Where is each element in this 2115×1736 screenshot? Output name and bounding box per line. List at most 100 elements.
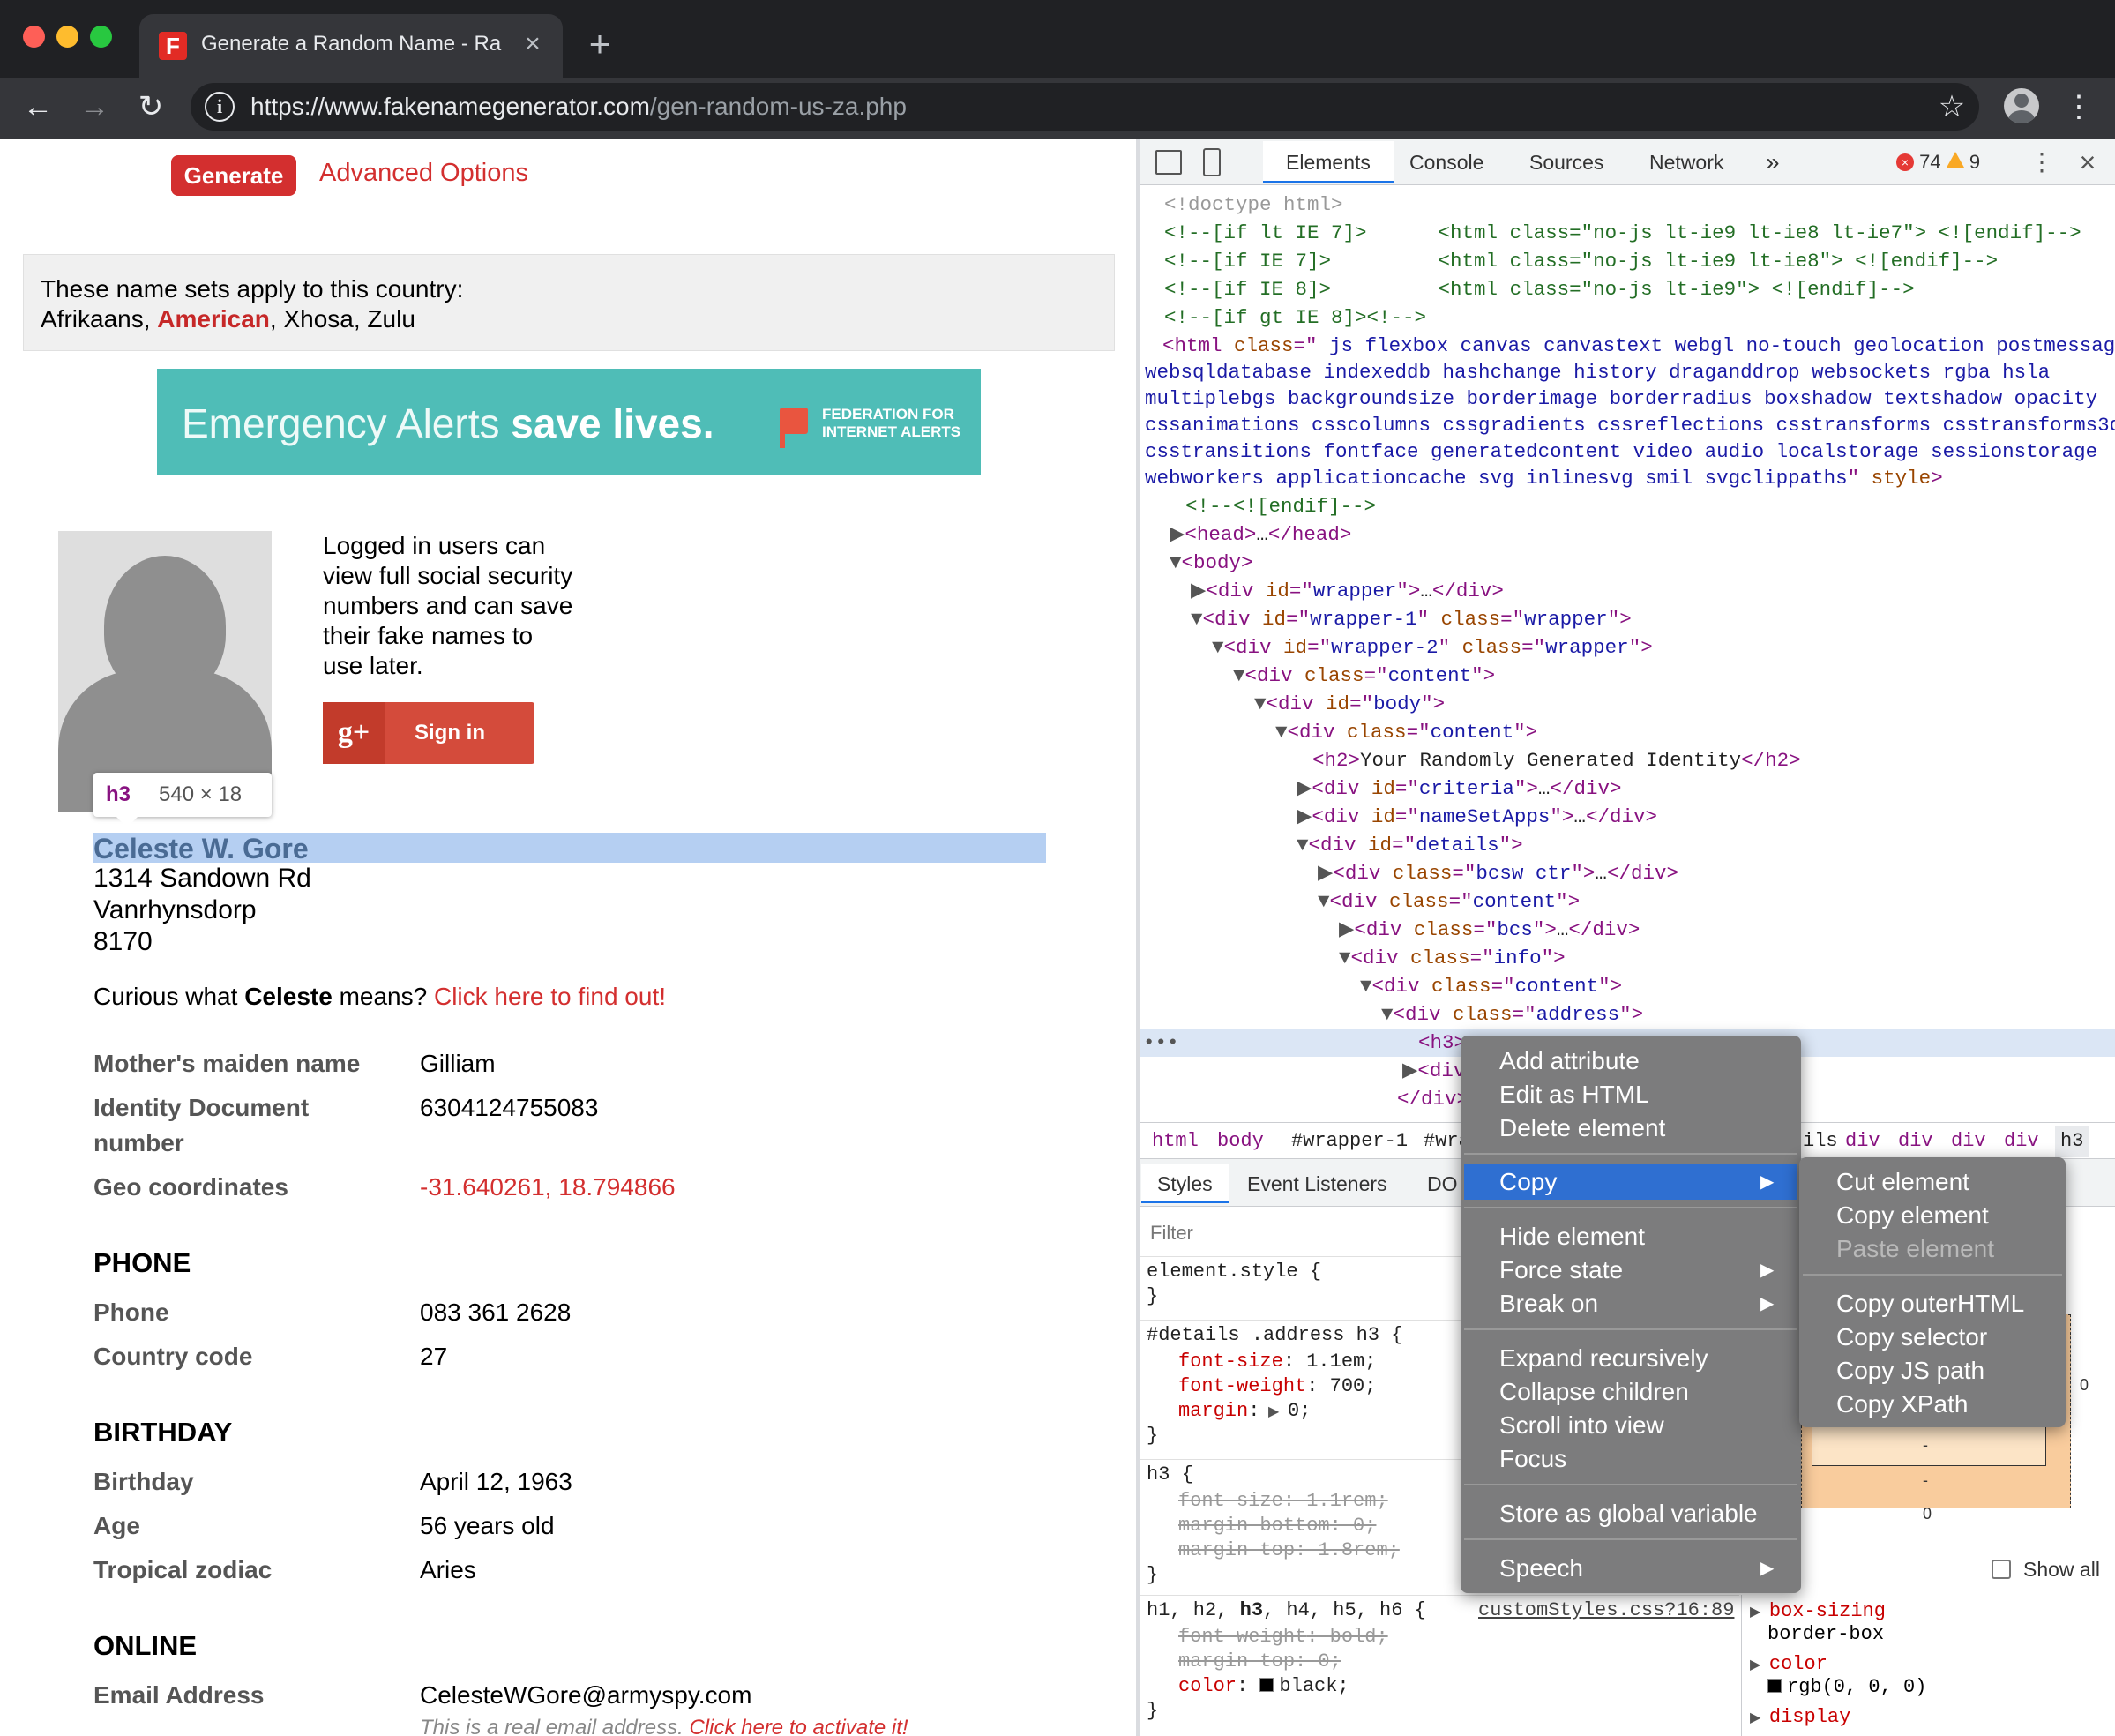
submenu-item-cut-element[interactable]: Cut element xyxy=(1836,1165,1969,1199)
forward-icon[interactable]: → xyxy=(74,86,115,127)
issues-counter[interactable]: × 74 9 xyxy=(1896,141,1980,183)
menu-item-add-attribute[interactable]: Add attribute xyxy=(1499,1044,1640,1078)
devtools-menu-icon[interactable]: ⋮ xyxy=(2029,141,2055,183)
name-meaning-link[interactable]: Click here to find out! xyxy=(434,983,666,1010)
tab-styles[interactable]: Styles xyxy=(1141,1164,1229,1203)
close-window-button[interactable] xyxy=(23,26,45,48)
tab-console[interactable]: Console xyxy=(1409,141,1483,183)
dom-line-selected[interactable]: <h3> xyxy=(1418,1029,1466,1057)
style-rule-selector[interactable]: element.style { xyxy=(1147,1260,1321,1284)
computed-property[interactable]: ▶ box-sizing xyxy=(1750,1600,1886,1624)
styles-filter-input[interactable]: Filter xyxy=(1150,1217,1193,1249)
style-declaration[interactable]: font-size: 1.1em; xyxy=(1178,1350,1376,1374)
more-tabs-icon[interactable]: » xyxy=(1766,141,1780,183)
dom-line[interactable]: ▶<head>…</head> xyxy=(1170,520,1351,549)
style-declaration-overridden[interactable]: margin-bottom: 0; xyxy=(1178,1514,1376,1538)
style-declaration-overridden[interactable]: margin-top: 0; xyxy=(1178,1650,1341,1674)
dom-line[interactable]: ▼<div class="info"> xyxy=(1339,944,1566,972)
dom-line[interactable]: ▶<div class="bcs">…</div> xyxy=(1339,916,1640,944)
menu-item-store-global[interactable]: Store as global variable xyxy=(1499,1497,1758,1530)
dom-line[interactable]: ▶<div id="wrapper">…</div> xyxy=(1191,577,1504,605)
close-icon[interactable]: × xyxy=(519,28,547,60)
submenu-item-copy-element[interactable]: Copy element xyxy=(1836,1199,1989,1232)
stylesheet-link[interactable]: customStyles.css?16:89 xyxy=(1478,1598,1734,1623)
maximize-window-button[interactable] xyxy=(90,26,112,48)
menu-item-collapse-children[interactable]: Collapse children xyxy=(1499,1375,1689,1409)
breadcrumb-item[interactable]: div xyxy=(1845,1126,1880,1157)
submenu-item-copy-selector[interactable]: Copy selector xyxy=(1836,1321,1987,1354)
dom-line[interactable]: ▼<div id="body"> xyxy=(1254,690,1445,718)
menu-item-scroll-into-view[interactable]: Scroll into view xyxy=(1499,1409,1664,1442)
dom-line[interactable]: csstransitions fontface generatedcontent… xyxy=(1145,438,2097,466)
menu-item-focus[interactable]: Focus xyxy=(1499,1442,1566,1476)
avatar-icon[interactable] xyxy=(2004,88,2039,123)
dom-line[interactable]: ▼<body> xyxy=(1170,549,1253,577)
dom-line[interactable]: <!--[if lt IE 7]> <html class="no-js lt-… xyxy=(1164,219,2081,247)
breadcrumb-item[interactable]: body xyxy=(1217,1126,1264,1157)
dom-line[interactable]: ▼<div id="details"> xyxy=(1297,831,1523,859)
style-declaration[interactable]: font-weight: 700; xyxy=(1178,1374,1376,1399)
tab-dom-breakpoints[interactable]: DO xyxy=(1427,1164,1458,1203)
dom-line[interactable]: ▼<div class="content"> xyxy=(1275,718,1537,746)
dom-line[interactable]: ▶<div id="nameSetApps">…</div> xyxy=(1297,803,1657,831)
dom-line[interactable]: ▼<div id="wrapper-2" class="wrapper"> xyxy=(1212,633,1653,662)
color-swatch[interactable] xyxy=(1259,1678,1274,1692)
style-declaration[interactable]: color: black; xyxy=(1178,1674,1349,1699)
submenu-item-copy-js-path[interactable]: Copy JS path xyxy=(1836,1354,1984,1388)
breadcrumb-item[interactable]: #wrapper-1 xyxy=(1291,1126,1408,1157)
row-ellipsis-icon[interactable]: ••• xyxy=(1143,1029,1179,1057)
menu-item-edit-as-html[interactable]: Edit as HTML xyxy=(1499,1078,1649,1111)
info-icon[interactable]: i xyxy=(205,92,235,122)
style-declaration-overridden[interactable]: font-weight: bold; xyxy=(1178,1625,1388,1650)
dom-line[interactable]: ▶<div class="bcsw ctr">…</div> xyxy=(1318,859,1678,887)
tab-sources[interactable]: Sources xyxy=(1529,141,1603,183)
menu-item-force-state[interactable]: Force state xyxy=(1499,1253,1623,1287)
dom-line[interactable]: <!--<![endif]--> xyxy=(1185,492,1376,520)
dom-line[interactable]: ▶<div id="criteria">…</div> xyxy=(1297,774,1621,803)
computed-property[interactable]: ▶ color xyxy=(1750,1653,1827,1677)
menu-item-delete-element[interactable]: Delete element xyxy=(1499,1111,1665,1145)
url-text[interactable]: https://www.fakenamegenerator.com/gen-ra… xyxy=(250,88,907,125)
dom-line[interactable]: ▼<div class="content"> xyxy=(1360,972,1622,1000)
activate-email-link[interactable]: Click here to activate it! xyxy=(689,1716,908,1736)
generate-button[interactable]: Generate xyxy=(171,155,296,196)
reload-icon[interactable]: ↻ xyxy=(131,86,171,127)
dom-line[interactable]: ▼<div id="wrapper-1" class="wrapper"> xyxy=(1191,605,1632,633)
breadcrumb-item[interactable]: div xyxy=(1951,1126,1986,1157)
dom-line[interactable]: ▼<div class="content"> xyxy=(1233,662,1495,690)
style-declaration[interactable]: margin: ▶ 0; xyxy=(1178,1399,1311,1425)
dom-line[interactable]: ▶<div xyxy=(1402,1057,1465,1085)
menu-item-break-on[interactable]: Break on xyxy=(1499,1287,1598,1321)
dom-line[interactable]: <!--[if gt IE 8]><!--> xyxy=(1164,303,1426,332)
menu-item-hide-element[interactable]: Hide element xyxy=(1499,1220,1645,1253)
computed-property[interactable]: ▶ display xyxy=(1750,1706,1850,1730)
breadcrumb-item[interactable]: ils xyxy=(1803,1126,1838,1157)
dom-line[interactable]: <!--[if IE 7]> <html class="no-js lt-ie9… xyxy=(1164,247,1998,275)
style-rule-selector[interactable]: h1, h2, h3, h4, h5, h6 { xyxy=(1147,1598,1426,1623)
dom-line[interactable]: websqldatabase indexeddb hashchange hist… xyxy=(1145,358,2050,386)
inspect-icon[interactable] xyxy=(1155,150,1182,175)
advanced-options-link[interactable]: Advanced Options xyxy=(319,155,528,191)
menu-item-expand-recursively[interactable]: Expand recursively xyxy=(1499,1342,1708,1375)
breadcrumb-item[interactable]: div xyxy=(2004,1126,2039,1157)
dom-line[interactable]: <h2>Your Randomly Generated Identity</h2… xyxy=(1312,746,1801,774)
minimize-window-button[interactable] xyxy=(56,26,78,48)
dom-line[interactable]: webworkers applicationcache svg inlinesv… xyxy=(1145,464,1943,492)
pane-divider[interactable] xyxy=(1741,1595,1742,1736)
menu-icon[interactable]: ⋮ xyxy=(2064,86,2094,127)
style-rule-selector[interactable]: #details .address h3 { xyxy=(1147,1323,1402,1348)
style-declaration-overridden[interactable]: font-size: 1.1rem; xyxy=(1178,1489,1388,1514)
dom-line[interactable]: </div> xyxy=(1397,1085,1469,1113)
show-all-checkbox[interactable] xyxy=(1992,1560,2011,1579)
device-icon[interactable] xyxy=(1203,148,1221,176)
style-declaration-overridden[interactable]: margin-top: 1.8rem; xyxy=(1178,1538,1400,1563)
tab-network[interactable]: Network xyxy=(1649,141,1723,183)
geo-coordinates-link[interactable]: -31.640261, 18.794866 xyxy=(420,1170,676,1205)
menu-item-copy[interactable]: Copy xyxy=(1499,1165,1557,1199)
plus-icon[interactable]: + xyxy=(582,25,617,64)
breadcrumb-item[interactable]: div xyxy=(1898,1126,1933,1157)
tab-event-listeners[interactable]: Event Listeners xyxy=(1247,1164,1387,1203)
dom-line[interactable]: <!doctype html> xyxy=(1164,191,1343,219)
star-icon[interactable]: ☆ xyxy=(1932,86,1972,127)
menu-item-speech[interactable]: Speech xyxy=(1499,1552,1583,1585)
